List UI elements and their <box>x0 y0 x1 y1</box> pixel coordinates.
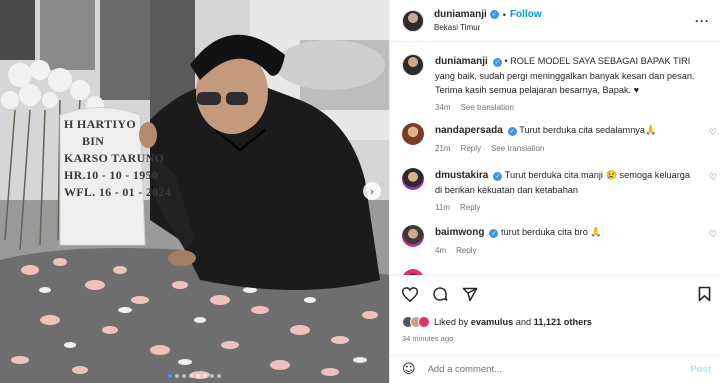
post-header: duniamanji ✓ • Follow Bekasi Timur ··· <box>390 0 720 42</box>
gravestone-line: HR.10 - 10 - 1950 <box>64 168 159 182</box>
see-translation-link[interactable]: See translation <box>461 101 514 115</box>
photo-illustration <box>0 0 389 383</box>
reply-button[interactable]: Reply <box>460 201 480 215</box>
gravestone-line: KARSO TARUNO <box>64 151 165 165</box>
likes-text: Liked by evamulus and 11,121 others <box>434 317 592 327</box>
header-user-line: duniamanji ✓ • Follow <box>434 9 542 20</box>
avatar[interactable] <box>402 54 424 76</box>
comment-input[interactable] <box>427 364 668 375</box>
liked-by-prefix: Liked by <box>434 317 469 327</box>
verified-badge-icon: ✓ <box>489 229 499 238</box>
comment-meta: 4m Reply <box>435 244 697 258</box>
post-timestamp[interactable]: 34 minutes ago <box>402 334 453 343</box>
follow-button[interactable]: Follow <box>510 9 542 20</box>
verified-badge-icon: ✓ <box>492 58 502 67</box>
action-icons <box>402 286 478 302</box>
comment-username[interactable]: baimwong <box>435 227 484 238</box>
list-item: baimwong ✓ turut berduka cita bro 🙏 4m Re… <box>402 225 697 258</box>
caption-time[interactable]: 34m <box>435 101 451 115</box>
more-options-icon[interactable]: ··· <box>695 14 710 28</box>
comment-meta: 21m Reply See translation <box>435 142 697 156</box>
like-comment-heart-icon[interactable]: ♡ <box>709 128 717 138</box>
post-photo[interactable]: H HARTIYO BIN KARSO TARUNO HR.10 - 10 - … <box>0 0 389 383</box>
location-link[interactable]: Bekasi Timur <box>434 23 542 32</box>
comment-meta: 11m Reply <box>435 201 697 215</box>
avatar <box>418 316 430 328</box>
like-comment-heart-icon[interactable]: ♡ <box>709 173 717 183</box>
verified-badge-icon: ✓ <box>489 10 499 19</box>
avatar[interactable] <box>402 9 424 32</box>
likes-summary[interactable]: Liked by evamulus and 11,121 others <box>402 316 592 328</box>
add-comment-bar: ☺ Post <box>390 355 720 383</box>
avatar[interactable] <box>402 123 424 145</box>
caption-meta: 34m See translation <box>435 101 697 115</box>
comment-username[interactable]: nandapersada <box>435 125 503 136</box>
caption: duniamanji ✓ • ROLE MODEL SAYA SEBAGAI BA… <box>402 54 697 115</box>
comment-text: turut berduka cita bro 🙏 <box>501 227 602 237</box>
reply-button[interactable]: Reply <box>456 244 476 258</box>
emoji-icon[interactable]: ☺ <box>402 362 416 377</box>
next-photo-button[interactable]: › <box>363 182 381 200</box>
comment-body: nandapersada ✓ Turut berduka cita sedalam… <box>435 123 697 156</box>
comment-username[interactable]: dmustakira <box>435 170 488 181</box>
separator-dot: • <box>502 9 506 20</box>
post-side-panel: duniamanji ✓ • Follow Bekasi Timur ··· d… <box>389 0 720 383</box>
carousel-dot <box>182 374 186 378</box>
gravestone-inscription: H HARTIYO BIN KARSO TARUNO HR.10 - 10 - … <box>64 116 172 201</box>
comments-list[interactable]: duniamanji ✓ • ROLE MODEL SAYA SEBAGAI BA… <box>390 43 720 275</box>
list-item: dmustakira ✓ Turut berduka cita manji 😢 s… <box>402 168 697 215</box>
carousel-indicator <box>168 374 221 378</box>
comment-time[interactable]: 11m <box>435 201 450 215</box>
post-actions: Liked by evamulus and 11,121 others <box>390 275 720 335</box>
comment-time[interactable]: 4m <box>435 244 446 258</box>
verified-badge-icon: ✓ <box>493 172 503 181</box>
comment-body: dmustakira ✓ Turut berduka cita manji 😢 s… <box>435 168 697 215</box>
reply-button[interactable]: Reply <box>461 142 481 156</box>
avatar[interactable] <box>402 168 424 190</box>
post-comment-button[interactable]: Post <box>690 364 711 375</box>
caption-body: duniamanji ✓ • ROLE MODEL SAYA SEBAGAI BA… <box>435 54 697 115</box>
likes-count[interactable]: 11,121 others <box>534 317 592 327</box>
carousel-dot <box>217 374 221 378</box>
carousel-dot <box>189 374 193 378</box>
chevron-right-icon: › <box>369 184 375 198</box>
caption-username[interactable]: duniamanji <box>435 56 488 67</box>
bookmark-icon[interactable] <box>698 286 711 302</box>
heart-icon[interactable] <box>402 286 418 302</box>
gravestone-line: BIN <box>82 134 105 148</box>
header-username[interactable]: duniamanji <box>434 9 487 20</box>
carousel-dot <box>175 374 179 378</box>
carousel-dot-active <box>168 374 172 378</box>
comment-body: baimwong ✓ turut berduka cita bro 🙏 4m Re… <box>435 225 697 258</box>
gravestone-line: WFL. 16 - 01 - 2024 <box>64 185 172 199</box>
carousel-dot <box>210 374 214 378</box>
instagram-post-view: H HARTIYO BIN KARSO TARUNO HR.10 - 10 - … <box>0 0 720 383</box>
comment-time[interactable]: 21m <box>435 142 451 156</box>
likes-and: and <box>515 317 532 327</box>
header-text: duniamanji ✓ • Follow Bekasi Timur <box>434 9 542 32</box>
liked-by-user[interactable]: evamulus <box>471 317 513 327</box>
list-item: nandapersada ✓ Turut berduka cita sedalam… <box>402 123 697 156</box>
comment-text: Turut berduka cita sedalamnya🙏 <box>519 125 657 135</box>
comment-icon[interactable] <box>432 286 448 302</box>
see-translation-link[interactable]: See translation <box>491 142 544 156</box>
gravestone-line: H HARTIYO <box>64 117 136 131</box>
carousel-dot <box>196 374 200 378</box>
like-comment-heart-icon[interactable]: ♡ <box>709 230 717 240</box>
avatar[interactable] <box>402 225 424 247</box>
share-icon[interactable] <box>462 287 478 302</box>
verified-badge-icon: ✓ <box>507 127 517 136</box>
carousel-dot <box>203 374 207 378</box>
